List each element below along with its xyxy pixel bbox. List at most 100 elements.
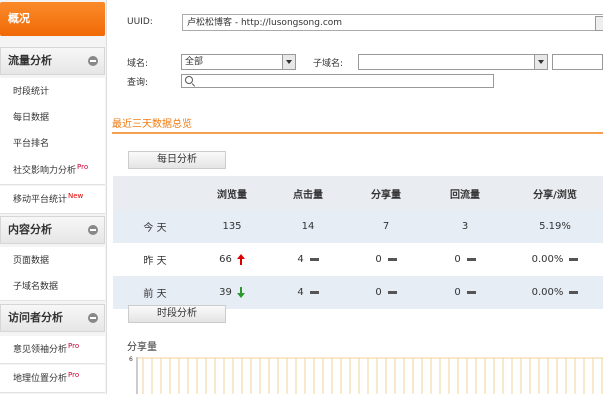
backflow-cell: 0 [423, 276, 507, 309]
tab-period-analysis[interactable]: 时段分析 [128, 305, 226, 323]
views-cell: 66 [197, 243, 267, 276]
y-tick-label: 6 [129, 356, 133, 363]
backflow-value: 0 [454, 254, 461, 265]
summary-title: 最近三天数据总览 [112, 119, 192, 130]
collapse-icon[interactable] [88, 56, 98, 66]
sidebar-item-label: 页面数据 [13, 256, 50, 266]
section-content-analysis[interactable]: 内容分析 [0, 216, 105, 244]
subdomain-label: 子域名: [313, 59, 344, 69]
ratio-cell: 0.00% [507, 276, 603, 309]
collapse-icon[interactable] [88, 313, 98, 323]
tab-daily-analysis[interactable]: 每日分析 [128, 151, 226, 169]
domain-label: 域名: [127, 59, 149, 69]
clicks-value: 4 [297, 287, 304, 298]
dash-icon [466, 291, 476, 294]
column-header: 回流量 [450, 189, 480, 201]
ratio-value: 0.00% [531, 254, 564, 265]
dash-icon [569, 291, 579, 294]
dash-icon [569, 258, 579, 261]
clicks-cell: 4 [267, 276, 349, 309]
section-visitor-analysis[interactable]: 访问者分析 [0, 304, 105, 332]
sidebar-item-subdomain-data[interactable]: 子域名数据 [0, 273, 105, 301]
sidebar-item-label: 移动平台统计 [13, 195, 68, 205]
table-header-row: 浏览量 点击量 分享量 回流量 分享/浏览 [113, 176, 603, 210]
section-title: 内容分析 [8, 223, 52, 236]
table-row: 今 天 135 14 7 3 5.19% [113, 210, 603, 243]
sidebar-item-period-stats[interactable]: 时段统计 [0, 78, 105, 106]
sidebar-item-label: 每日数据 [13, 113, 50, 123]
sidebar-item-label: 意见领袖分析 [13, 345, 68, 355]
clicks-value: 4 [297, 254, 304, 265]
pro-badge: Pro [68, 371, 80, 379]
shares-value: 0 [375, 254, 382, 265]
backflow-value: 0 [454, 287, 461, 298]
sidebar-item-label: 地理位置分析 [13, 374, 68, 384]
dash-icon [309, 291, 319, 294]
sidebar-item-label: 平台排名 [13, 139, 50, 149]
sidebar-item-label: 时段统计 [13, 87, 50, 97]
column-header: 点击量 [293, 189, 323, 201]
divider [112, 132, 603, 134]
column-header: 浏览量 [217, 189, 247, 201]
table-row: 昨 天 66 4 0 0 0.00% [113, 243, 603, 276]
column-header [113, 176, 197, 210]
backflow-value: 3 [461, 221, 469, 232]
search-icon [185, 76, 193, 84]
shares-cell: 0 [349, 243, 423, 276]
sidebar-item-daily-data[interactable]: 每日数据 [0, 104, 105, 132]
sidebar-item-social-influence[interactable]: 社交影响力分析Pro [0, 157, 105, 185]
chevron-down-icon[interactable] [534, 55, 547, 69]
sidebar-item-opinion-leader[interactable]: 意见领袖分析Pro [0, 336, 105, 364]
chevron-down-icon[interactable] [282, 55, 295, 69]
share-chart: 6 [129, 356, 603, 394]
ratio-cell: 0.00% [507, 243, 603, 276]
sidebar-item-mobile-platform[interactable]: 移动平台统计New [0, 186, 105, 214]
dash-icon [387, 258, 397, 261]
views-value: 66 [219, 254, 232, 265]
extra-select[interactable] [552, 54, 603, 70]
sidebar-item-geo-location[interactable]: 地理位置分析Pro [0, 365, 105, 393]
uuid-field[interactable]: 卢松松博客 - http://lusongsong.com [182, 14, 603, 31]
search-input[interactable] [181, 74, 494, 88]
dash-icon [466, 258, 476, 261]
subdomain-select[interactable] [358, 54, 548, 70]
sidebar-item-page-data[interactable]: 页面数据 [0, 247, 105, 275]
pro-badge: Pro [77, 163, 89, 171]
sidebar: 概况 流量分析 时段统计 每日数据 平台排名 社交影响力分析Pro 移动平台统计… [0, 0, 107, 394]
sidebar-item-label: 子域名数据 [13, 282, 59, 292]
column-header: 分享/浏览 [533, 189, 577, 201]
sidebar-item-platform-rank[interactable]: 平台排名 [0, 130, 105, 158]
row-day: 昨 天 [143, 256, 167, 267]
ratio-value: 5.19% [539, 221, 571, 232]
row-day: 今 天 [143, 223, 167, 234]
new-badge: New [68, 192, 84, 200]
query-label: 查询: [127, 78, 149, 88]
shares-cell: 0 [349, 276, 423, 309]
shares-value: 7 [382, 221, 390, 232]
ratio-value: 0.00% [531, 287, 564, 298]
dash-icon [387, 291, 397, 294]
collapse-icon[interactable] [88, 225, 98, 235]
shares-value: 0 [375, 287, 382, 298]
domain-select-value: 全部 [185, 57, 204, 67]
section-traffic-analysis[interactable]: 流量分析 [0, 47, 105, 75]
section-title: 访问者分析 [8, 311, 63, 324]
pro-badge: Pro [68, 342, 80, 350]
clicks-cell: 4 [267, 243, 349, 276]
section-title: 流量分析 [8, 54, 52, 67]
sidebar-overview[interactable]: 概况 [0, 2, 105, 36]
uuid-dropdown-button[interactable] [595, 16, 603, 31]
chart-grid [137, 357, 603, 394]
dash-icon [309, 258, 319, 261]
column-header: 分享量 [371, 189, 401, 201]
arrow-up-icon [236, 254, 245, 265]
domain-select[interactable]: 全部 [181, 54, 296, 70]
uuid-label: UUID: [127, 17, 153, 27]
sidebar-item-label: 社交影响力分析 [13, 166, 77, 176]
backflow-cell: 0 [423, 243, 507, 276]
arrow-down-icon [236, 287, 245, 298]
views-value: 135 [222, 221, 242, 232]
chart-title: 分享量 [127, 342, 157, 353]
views-value: 39 [219, 287, 232, 298]
clicks-value: 14 [301, 221, 315, 232]
